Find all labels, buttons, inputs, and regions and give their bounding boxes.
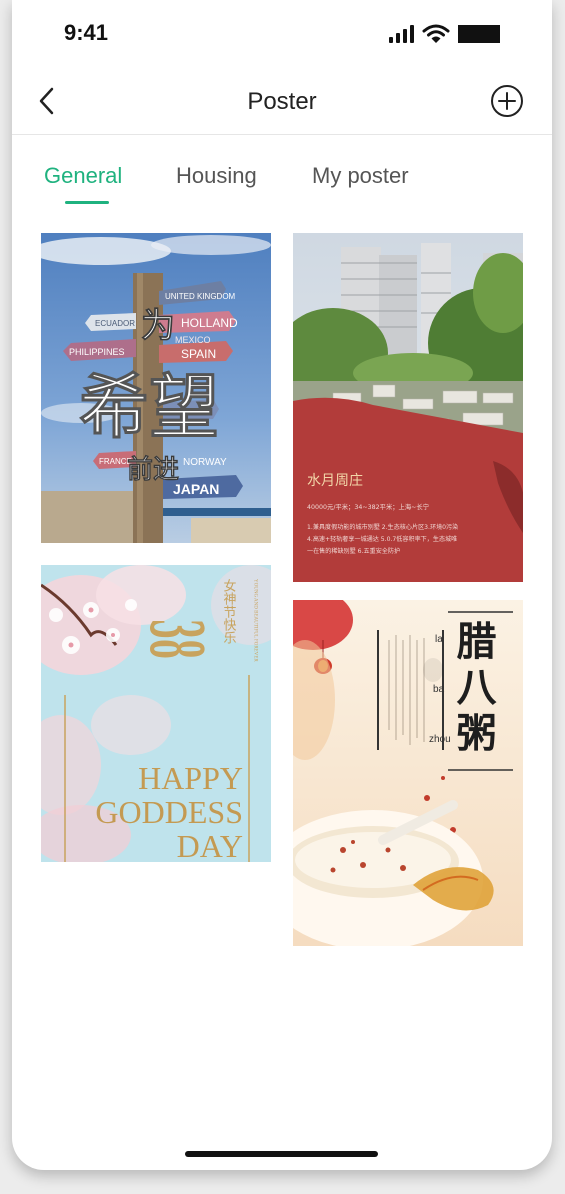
phone-screen: 9:41 Poster General Housing My poster UN… [12,0,552,1170]
poster-estate-artwork: 水月周庄 40000元/平米；34~382平米；上海~长宁 1.兼具度假功能的城… [293,233,523,582]
sign-ecuador: ECUADOR [95,319,135,328]
poster-laba-artwork: la ba zhou 腊八粥 [293,600,523,946]
goddess-line-2: GODDESS [95,794,243,830]
goddess-numeral: 38 [134,619,219,659]
headline-top: 为 [141,306,175,346]
goddess-line-3: DAY [177,828,243,862]
goddess-en-vertical: YOUNG AND BEAUTIFUL FOREVER [253,579,258,662]
headline-main: 希望 [79,365,219,448]
laba-pinyin-ba: ba [433,684,445,695]
estate-features-1: 1.兼具度假功能的城市别墅 2.生态核心片区3.环境0污染 [307,523,458,531]
poster-laba[interactable]: la ba zhou 腊八粥 [293,600,523,946]
sign-japan: JAPAN [173,481,219,497]
add-poster-button[interactable] [490,84,524,118]
home-indicator [185,1151,378,1157]
poster-hope-artwork: UNITED KINGDOM ECUADOR HOLLAND PHILIPPIN… [41,233,271,543]
goddess-cn-vertical: 女神节快乐 [221,578,237,644]
category-tabs: General Housing My poster [12,135,552,205]
laba-title: 腊八粥 [450,620,497,758]
sign-united-kingdom: UNITED KINGDOM [165,292,236,301]
sign-mexico: MEXICO [175,335,211,345]
sign-spain: SPAIN [181,347,216,361]
wifi-icon [422,24,450,43]
estate-title: 水月周庄 [307,472,363,489]
page-title: Poster [247,88,317,115]
laba-pinyin-zhou: zhou [429,734,451,745]
sign-philippines: PHILIPPINES [69,347,125,357]
sign-norway: NORWAY [183,457,227,468]
poster-goddess-artwork: 38 女神节快乐 YOUNG AND BEAUTIFUL FOREVER HAP… [41,565,271,862]
sign-holland: HOLLAND [181,316,238,330]
poster-hope[interactable]: UNITED KINGDOM ECUADOR HOLLAND PHILIPPIN… [41,233,271,543]
status-time: 9:41 [64,20,109,45]
active-tab-indicator [65,201,109,204]
poster-goddess[interactable]: 38 女神节快乐 YOUNG AND BEAUTIFUL FOREVER HAP… [41,565,271,862]
battery-icon [458,25,500,43]
estate-features-2: 4.高速+轻轨奢享一城通达 5.0.7低容积率下，生态城唯 [307,535,457,543]
goddess-line-1: HAPPY [138,760,243,796]
tab-housing[interactable]: Housing [176,163,257,189]
signal-icon [389,25,414,43]
status-icons [388,24,500,44]
estate-features-3: 一在售的稀缺别墅 6.五重安全防护 [307,547,400,555]
tab-general[interactable]: General [44,163,122,189]
poster-estate[interactable]: 水月周庄 40000元/平米；34~382平米；上海~长宁 1.兼具度假功能的城… [293,233,523,582]
plus-circle-icon [491,85,523,117]
status-bar: 9:41 [12,0,552,70]
estate-info: 40000元/平米；34~382平米；上海~长宁 [307,502,429,511]
nav-bar: Poster [12,70,552,135]
headline-bottom: 前进 [127,454,179,485]
laba-pinyin-la: la [435,634,443,645]
tab-my-poster[interactable]: My poster [312,163,409,189]
